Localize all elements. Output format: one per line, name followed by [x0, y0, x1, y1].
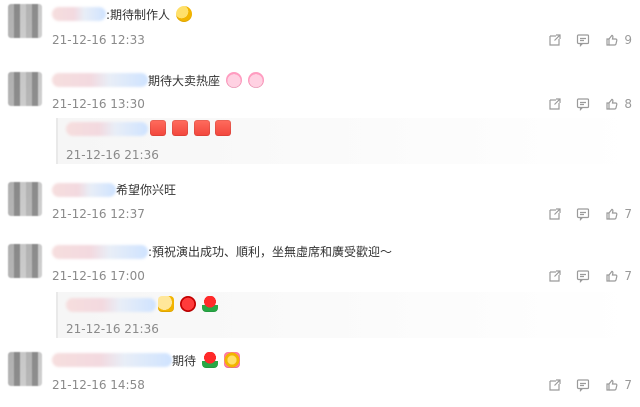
like-count: 8 [624, 97, 632, 111]
reply-emoji-row [156, 296, 218, 313]
share-button[interactable] [548, 378, 562, 392]
reply-emoji-row [148, 120, 232, 137]
share-icon [549, 379, 561, 391]
pig-face-emoji-icon [225, 72, 242, 88]
comment-button[interactable] [576, 378, 590, 392]
avatar[interactable] [8, 182, 42, 216]
like-count: 7 [624, 207, 632, 221]
comment-text-content: :期待制作人 [106, 8, 171, 22]
comment-text: 期待 [172, 352, 240, 369]
avatar[interactable] [8, 4, 42, 38]
like-icon [606, 379, 618, 391]
comment-time: 21-12-16 17:00 [52, 269, 145, 283]
share-button[interactable] [548, 207, 562, 221]
reply-item: 21-12-16 21:36 [56, 292, 634, 338]
reply-time: 21-12-16 21:36 [66, 322, 159, 336]
comment-icon [577, 208, 590, 221]
comment-text-content: :預祝演出成功、順利，坐無虛席和廣受歡迎～ [148, 245, 393, 259]
comment-button[interactable] [576, 97, 590, 111]
username-blur [52, 183, 116, 197]
share-button[interactable] [548, 97, 562, 111]
comment-icon [577, 34, 590, 47]
reply-username-blur [66, 298, 156, 312]
like-count: 7 [624, 269, 632, 283]
username-blur [52, 353, 172, 367]
comment-item: :預祝演出成功、順利，坐無虛席和廣受歡迎～ 21-12-16 17:00 7 2… [0, 228, 640, 340]
encourage-red-emoji-icon [171, 120, 188, 136]
username-blur [52, 73, 148, 87]
comment-text: :期待制作人 [106, 6, 192, 23]
like-icon [606, 270, 618, 282]
share-icon [549, 208, 561, 220]
cheers-emoji-icon [158, 296, 174, 312]
comment-actions: 8 [548, 94, 632, 114]
like-icon [606, 98, 618, 110]
like-count: 9 [624, 33, 632, 47]
comment-actions: 7 [548, 266, 632, 286]
group-emoji-icon [223, 352, 240, 368]
comment-item: 期待 21-12-16 14:58 7 [0, 342, 640, 407]
avatar[interactable] [8, 244, 42, 278]
like-icon [606, 208, 618, 220]
comment-actions: 7 [548, 204, 632, 224]
comment-item: 希望你兴旺 21-12-16 12:37 7 [0, 170, 640, 228]
flower-emoji-icon [179, 296, 196, 312]
comment-text: :預祝演出成功、順利，坐無虛席和廣受歡迎～ [148, 244, 392, 260]
comment-item: :期待制作人 21-12-16 12:33 9 [0, 0, 640, 58]
share-button[interactable] [548, 269, 562, 283]
comment-button[interactable] [576, 207, 590, 221]
encourage-red-emoji-icon [215, 120, 232, 136]
share-button[interactable] [548, 33, 562, 47]
comment-item: 期待大卖热座 21-12-16 13:30 8 21-12-16 21:36 [0, 60, 640, 168]
avatar[interactable] [8, 352, 42, 386]
comment-icon [577, 270, 590, 283]
avatar[interactable] [8, 72, 42, 106]
comment-text: 期待大卖热座 [148, 72, 264, 89]
comment-time: 21-12-16 14:58 [52, 378, 145, 392]
comment-actions: 9 [548, 30, 632, 50]
share-icon [549, 270, 561, 282]
like-button[interactable]: 7 [604, 269, 632, 283]
comment-text: 希望你兴旺 [116, 182, 176, 198]
encourage-red-emoji-icon [150, 120, 166, 136]
comment-text-content: 期待 [172, 354, 197, 368]
encourage-red-emoji-icon [193, 120, 210, 136]
comment-time: 21-12-16 12:33 [52, 33, 145, 47]
reply-item: 21-12-16 21:36 [56, 118, 634, 164]
username-blur [52, 7, 106, 21]
like-button[interactable]: 7 [604, 207, 632, 221]
like-button[interactable]: 9 [604, 33, 632, 47]
comment-icon [577, 379, 590, 392]
reply-time: 21-12-16 21:36 [66, 148, 159, 162]
comment-text-content: 期待大卖热座 [148, 74, 221, 88]
rose-emoji-icon [201, 296, 218, 312]
like-icon [606, 34, 618, 46]
smile-face-emoji-icon [175, 6, 192, 22]
share-icon [549, 98, 561, 110]
reply-username-blur [66, 122, 148, 136]
comment-button[interactable] [576, 269, 590, 283]
comment-text-content: 希望你兴旺 [116, 183, 177, 197]
like-button[interactable]: 7 [604, 378, 632, 392]
comment-time: 21-12-16 12:37 [52, 207, 145, 221]
username-blur [52, 245, 148, 259]
comment-time: 21-12-16 13:30 [52, 97, 145, 111]
like-button[interactable]: 8 [604, 97, 632, 111]
like-count: 7 [624, 378, 632, 392]
share-icon [549, 34, 561, 46]
comment-actions: 7 [548, 375, 632, 395]
comment-icon [577, 98, 590, 111]
pig-face-emoji-icon [247, 72, 264, 88]
comment-button[interactable] [576, 33, 590, 47]
rose-emoji-icon [201, 352, 218, 368]
